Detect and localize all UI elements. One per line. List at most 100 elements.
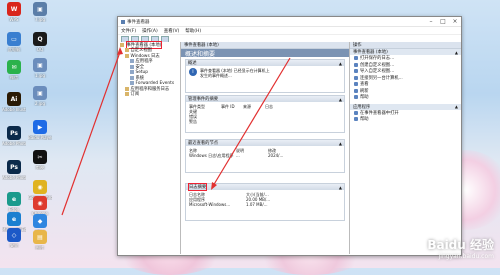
action-icon [354,56,358,61]
tree-item[interactable]: 订阅 [118,92,180,97]
action-icon [354,82,358,87]
desktop-shortcut[interactable]: ▣ 1.jpg [28,58,52,78]
action-label: 在事件查看器中打开 [360,110,399,116]
watermark: Baidu 经验 jingyan.baidu.com [427,236,494,260]
action-item[interactable]: 帮助 [350,94,461,101]
summary-section-header[interactable]: 管理事件的摘要 ▲ [186,96,344,102]
shortcut-label: 图片 [36,245,44,250]
desktop-shortcut[interactable]: ▭ 此电脑 [2,32,26,52]
desktop-shortcut[interactable]: ✉ 微信 [2,60,26,80]
computer-icon: ▭ [7,32,21,46]
action-icon [354,62,358,67]
action-label: 帮助 [360,117,369,123]
info-icon: i [189,68,197,76]
collapse-icon[interactable]: ▲ [339,97,342,102]
overview-section-header[interactable]: 概述 ▲ [186,60,344,66]
cell: 1.07 MB/... [246,202,268,207]
player-icon: ▶ [33,120,47,134]
folder-icon [120,42,124,47]
section-title: 概述 [188,61,197,66]
action-label: 查看 [360,82,369,88]
annotation-arrow [61,51,121,216]
collapse-icon[interactable]: ▲ [339,141,342,146]
shortcut-label: 安全 [10,243,18,248]
image-file-icon: ▣ [33,58,47,72]
desktop-shortcut[interactable]: ▣ 2.jpg [28,86,52,106]
illustrator-icon: Ai [7,92,21,106]
section-title: 管理事件的摘要 [188,97,219,102]
cell: ... [236,153,240,158]
group-title: 应用程序 [353,104,371,110]
event-viewer-window[interactable]: 事件查看器 – □ × 文件(F) 操作(A) 查看(V) 帮助(H) 事件查看… [117,16,462,256]
summary-section: 管理事件的摘要 ▲ 事件类型 事件 ID 来源 日志 关键 错误 警告 [185,95,345,133]
menu-help[interactable]: 帮助(H) [185,28,201,34]
recent-body: 名称 说明 修改 Windows 日志\应用程序 ... 2024/... [186,146,344,172]
table-row[interactable]: Windows 日志\应用程序 ... 2024/... [189,153,341,158]
title-bar[interactable]: 事件查看器 [118,17,461,27]
shortcut-label: Adobe Illustrator [2,107,26,112]
log-icon [130,64,134,69]
column-header[interactable]: 日志 [265,104,285,109]
actions-list: 在事件查看器中打开 帮助 [350,110,461,123]
shortcut-label: 剪映 [36,165,44,170]
shortcut-label: 2.jpg [34,101,45,106]
shortcut-label: WPS [9,17,19,22]
log-summary-header[interactable]: 日志摘要 ▲ [186,183,344,191]
action-item[interactable]: 帮助 [350,116,461,123]
shortcut-label: 微信 [10,75,18,80]
wechat-icon: ✉ [7,60,21,74]
desktop-shortcut[interactable]: Q QQ [28,32,52,52]
desktop-shortcut[interactable]: ◇ 安全 [2,228,26,248]
desktop-shortcut[interactable]: PsAdobe Photosh... [2,126,26,146]
column-header[interactable]: 事件 ID [221,104,241,109]
overview-banner: 概述和摘要 [181,49,349,58]
desktop-shortcut[interactable]: ◉Chrome [28,196,52,216]
desktop-shortcut[interactable]: ▤ 图片 [28,230,52,250]
menu-file[interactable]: 文件(F) [121,28,136,34]
folder-icon: ▤ [33,230,47,244]
actions-header: 操作 [350,42,461,49]
action-label: 连接到另一台计算机... [360,75,403,81]
log-summary-body: 日志名称 大小(当前/... 应用程序 20.00 MB/... Microso… [186,190,344,220]
collapse-icon[interactable]: ▲ [339,61,342,66]
wps-icon: W [7,2,21,16]
collapse-icon[interactable]: ▲ [455,104,458,109]
capcut-icon: ✂ [33,150,47,164]
menu-view[interactable]: 查看(V) [164,28,180,34]
log-icon [130,75,134,80]
shortcut-label: QQ [36,47,44,52]
close-button[interactable]: × [449,17,461,26]
edge-icon: e [7,192,21,206]
desktop-shortcut[interactable]: ✂ 剪映 [28,150,52,170]
actions-pane: 操作 事件查看器 (本地) ▲ 打开保存的日志... 创建自定义视图... 导入自定义… [350,42,461,254]
desktop-icon-area: W WPS ▣ 7.jpg ▭ 此电脑 Q QQ ▣ 1.jpg ✉ 微信 ▣ 2.jpg Ai Adobe … [0,0,56,268]
desktop-shortcut[interactable]: AiAdobe Illustrator [2,92,26,112]
actions-group-header[interactable]: 应用程序 ▲ [350,103,461,110]
recent-section-header[interactable]: 最近查看的节点 ▲ [186,140,344,146]
menu-action[interactable]: 操作(A) [142,28,158,34]
action-icon [354,69,358,74]
desktop-shortcut[interactable]: W WPS [2,2,26,22]
action-label: 打开保存的日志... [360,56,395,62]
collapse-icon[interactable]: ▲ [339,185,342,190]
desktop-shortcut[interactable]: PsAdobe Photosh... [2,160,26,180]
column-header[interactable]: 来源 [243,104,263,109]
action-icon [354,95,358,100]
log-summary-title: 日志摘要 [188,183,208,191]
center-pane: 事件查看器 (本地) 概述和摘要 概述 ▲ i 事件查看器 (本地) 已经显示在计… [181,42,350,254]
shortcut-label: 此电脑 [8,47,20,52]
action-label: 刷新 [360,88,369,94]
collapse-icon[interactable]: ▲ [455,50,458,55]
table-row[interactable]: Microsoft-Windows... 1.07 MB/... [189,202,341,207]
desktop-shortcut[interactable]: e Edge [2,192,26,212]
desktop-shortcut[interactable]: ▣ 7.jpg [28,2,52,22]
desktop-shortcut[interactable]: ▶ Baidu Player [28,120,52,140]
action-icon [354,75,358,80]
log-icon [130,81,134,86]
table-row[interactable]: 警告 [189,119,341,124]
maximize-button[interactable]: □ [437,17,449,26]
minimize-button[interactable]: – [425,17,437,26]
actions-group-header[interactable]: 事件查看器 (本地) ▲ [350,49,461,55]
security-icon: ◇ [7,228,21,242]
cell: 2024/... [268,153,284,158]
